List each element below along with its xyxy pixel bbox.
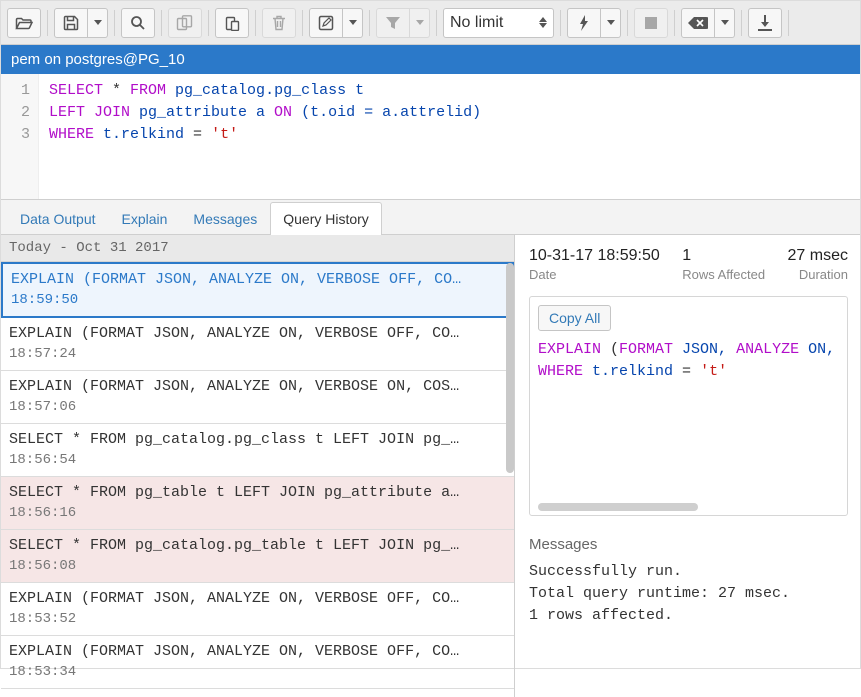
separator (208, 10, 209, 36)
scrollbar-thumb[interactable] (506, 263, 514, 473)
detail-query-box: Copy All EXPLAIN (FORMAT JSON, ANALYZE O… (529, 296, 848, 516)
caret-icon (349, 20, 357, 25)
find-button[interactable] (121, 8, 155, 38)
connection-bar: pem on postgres@PG_10 (1, 45, 860, 74)
row-limit-select[interactable]: No limit (443, 8, 554, 38)
toolbar: No limit (1, 1, 860, 45)
paste-button[interactable] (215, 8, 249, 38)
separator (741, 10, 742, 36)
lower-panes: Today - Oct 31 2017 EXPLAIN (FORMAT JSON… (1, 235, 860, 697)
history-item-time: 18:57:06 (9, 397, 506, 417)
history-item[interactable]: SELECT * FROM pg_table t LEFT JOIN pg_at… (1, 477, 514, 530)
messages-header: Messages (529, 536, 848, 553)
editor-code[interactable]: SELECT * FROM pg_catalog.pg_class t LEFT… (39, 74, 491, 199)
edit-button[interactable] (309, 8, 343, 38)
history-item-time: 18:53:52 (9, 609, 506, 629)
caret-icon (94, 20, 102, 25)
separator (627, 10, 628, 36)
clear-dropdown[interactable] (715, 8, 735, 38)
connection-label: pem on postgres@PG_10 (11, 51, 185, 68)
caret-icon (721, 20, 729, 25)
filter-button (376, 8, 410, 38)
spinner-icon (539, 17, 547, 28)
separator (302, 10, 303, 36)
edit-dropdown[interactable] (343, 8, 363, 38)
filter-dropdown (410, 8, 430, 38)
detail-date-label: Date (529, 267, 660, 282)
tab-messages[interactable]: Messages (180, 202, 270, 235)
separator (369, 10, 370, 36)
history-item-query: EXPLAIN (FORMAT JSON, ANALYZE ON, VERBOS… (9, 324, 506, 344)
open-file-button[interactable] (7, 8, 41, 38)
caret-icon (416, 20, 424, 25)
row-limit-label: No limit (450, 14, 503, 32)
history-date-header: Today - Oct 31 2017 (1, 235, 514, 262)
delete-button (262, 8, 296, 38)
history-item-time: 18:57:24 (9, 344, 506, 364)
history-item-time: 18:56:08 (9, 556, 506, 576)
detail-query-code: EXPLAIN (FORMAT JSON, ANALYZE ON, WHERE … (538, 339, 839, 499)
history-item-query: EXPLAIN (FORMAT JSON, ANALYZE ON, VERBOS… (9, 377, 506, 397)
execute-button[interactable] (567, 8, 601, 38)
caret-icon (607, 20, 615, 25)
tab-query-history[interactable]: Query History (270, 202, 382, 235)
history-item[interactable]: EXPLAIN (FORMAT JSON, ANALYZE ON, VERBOS… (1, 262, 514, 318)
detail-panel: 10-31-17 18:59:50 Date 1 Rows Affected 2… (515, 235, 860, 697)
history-item[interactable]: EXPLAIN (FORMAT JSON, ANALYZE ON, VERBOS… (1, 318, 514, 371)
history-item-time: 18:56:16 (9, 503, 506, 523)
detail-duration-label: Duration (788, 267, 848, 282)
horizontal-scrollbar[interactable] (538, 503, 839, 511)
history-item-query: SELECT * FROM pg_catalog.pg_table t LEFT… (9, 536, 506, 556)
history-list[interactable]: EXPLAIN (FORMAT JSON, ANALYZE ON, VERBOS… (1, 262, 514, 697)
history-item[interactable]: EXPLAIN (FORMAT JSON, ANALYZE ON, VERBOS… (1, 583, 514, 636)
stop-button (634, 8, 668, 38)
tab-explain[interactable]: Explain (109, 202, 181, 235)
detail-duration-value: 27 msec (788, 247, 848, 265)
save-button[interactable] (54, 8, 88, 38)
history-item-time: 18:56:54 (9, 450, 506, 470)
separator (674, 10, 675, 36)
editor-gutter: 1 2 3 (1, 74, 39, 199)
history-item[interactable]: EXPLAIN (FORMAT JSON, ANALYZE ON, VERBOS… (1, 689, 514, 697)
detail-date-value: 10-31-17 18:59:50 (529, 247, 660, 265)
copy-button (168, 8, 202, 38)
message-line: Successfully run. (529, 561, 848, 583)
copy-all-button[interactable]: Copy All (538, 305, 611, 331)
message-line: 1 rows affected. (529, 605, 848, 627)
separator (47, 10, 48, 36)
history-item[interactable]: EXPLAIN (FORMAT JSON, ANALYZE ON, VERBOS… (1, 371, 514, 424)
history-item-query: SELECT * FROM pg_catalog.pg_class t LEFT… (9, 430, 506, 450)
result-tabs: Data Output Explain Messages Query Histo… (1, 199, 860, 235)
messages-body: Successfully run. Total query runtime: 2… (529, 561, 848, 627)
download-button[interactable] (748, 8, 782, 38)
history-item-time: 18:59:50 (11, 290, 504, 310)
clear-button[interactable] (681, 8, 715, 38)
history-item[interactable]: SELECT * FROM pg_catalog.pg_class t LEFT… (1, 424, 514, 477)
detail-rows-value: 1 (682, 247, 765, 265)
scrollbar-thumb[interactable] (538, 503, 698, 511)
detail-rows-label: Rows Affected (682, 267, 765, 282)
history-panel: Today - Oct 31 2017 EXPLAIN (FORMAT JSON… (1, 235, 515, 697)
history-item-query: EXPLAIN (FORMAT JSON, ANALYZE ON, VERBOS… (9, 589, 506, 609)
separator (255, 10, 256, 36)
separator (161, 10, 162, 36)
separator (436, 10, 437, 36)
execute-dropdown[interactable] (601, 8, 621, 38)
tab-data-output[interactable]: Data Output (7, 202, 109, 235)
message-line: Total query runtime: 27 msec. (529, 583, 848, 605)
separator (560, 10, 561, 36)
history-item[interactable]: SELECT * FROM pg_catalog.pg_table t LEFT… (1, 530, 514, 583)
history-item[interactable]: EXPLAIN (FORMAT JSON, ANALYZE ON, VERBOS… (1, 636, 514, 689)
separator (114, 10, 115, 36)
sql-editor[interactable]: 1 2 3 SELECT * FROM pg_catalog.pg_class … (1, 74, 860, 199)
save-dropdown[interactable] (88, 8, 108, 38)
separator (788, 10, 789, 36)
detail-meta: 10-31-17 18:59:50 Date 1 Rows Affected 2… (529, 247, 848, 282)
history-item-query: EXPLAIN (FORMAT JSON, ANALYZE ON, VERBOS… (11, 270, 504, 290)
history-item-query: SELECT * FROM pg_table t LEFT JOIN pg_at… (9, 483, 506, 503)
history-item-time: 18:53:34 (9, 662, 506, 682)
history-item-query: EXPLAIN (FORMAT JSON, ANALYZE ON, VERBOS… (9, 642, 506, 662)
